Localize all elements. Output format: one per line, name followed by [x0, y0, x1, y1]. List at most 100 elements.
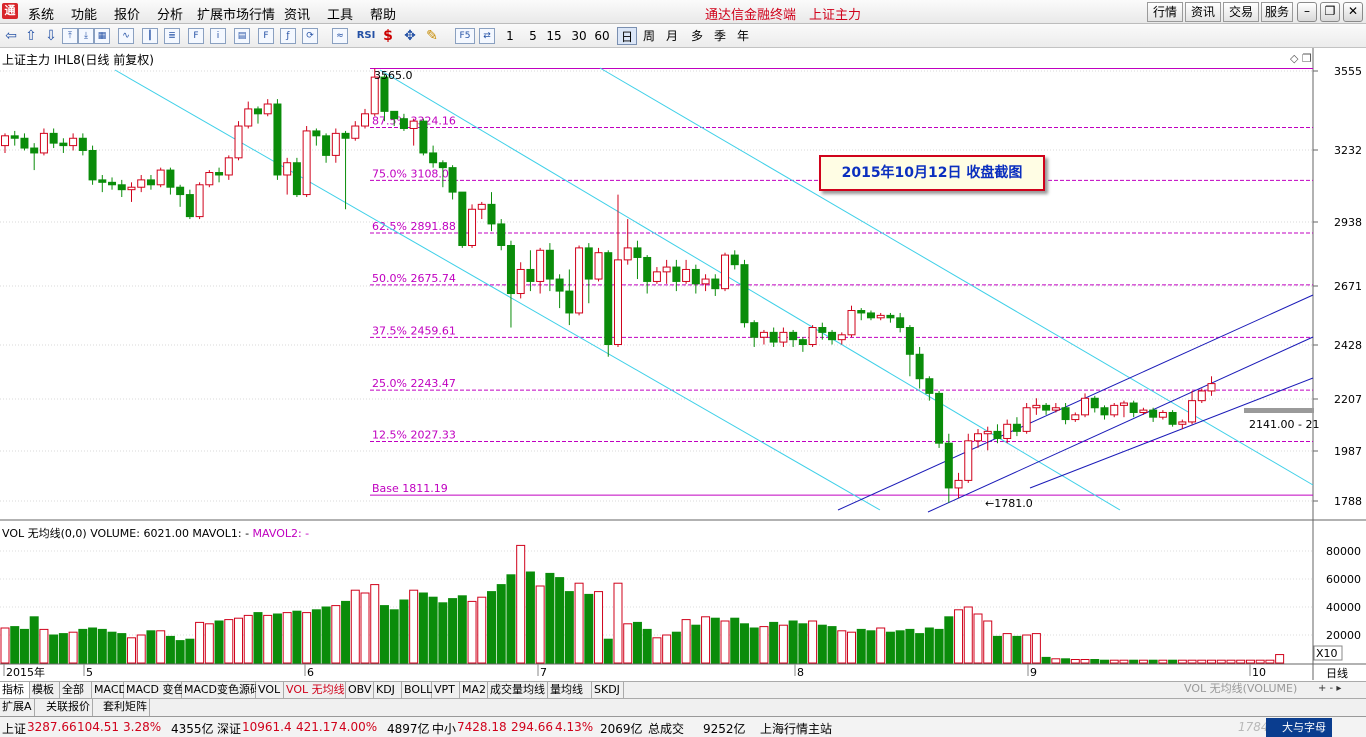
- back-arrow-icon[interactable]: ⇦: [2, 27, 20, 45]
- candle-icon[interactable]: ┃: [142, 28, 158, 44]
- period-quarter[interactable]: 季: [711, 27, 729, 45]
- status-bar: 上证 3287.66 104.51 3.28% 4355亿 深证 10961.4…: [0, 716, 1366, 737]
- period-week[interactable]: 周: [640, 27, 658, 45]
- menu-item-quote[interactable]: 报价: [114, 4, 140, 23]
- period-15min[interactable]: 15: [545, 27, 563, 45]
- price-tick-label: 2428: [1334, 339, 1362, 352]
- page-down-icon[interactable]: ⤓: [78, 28, 94, 44]
- page-up-icon[interactable]: ⤒: [62, 28, 78, 44]
- menu-item-analysis[interactable]: 分析: [157, 4, 183, 23]
- indicator-tab[interactable]: 成交量均线: [488, 682, 548, 699]
- fiz-icon[interactable]: F: [258, 28, 274, 44]
- volume-bar: [370, 584, 380, 664]
- indicator-tab[interactable]: MACD: [92, 682, 127, 699]
- dollar-icon[interactable]: $: [379, 27, 397, 45]
- menu-item-news[interactable]: 资讯: [284, 4, 310, 23]
- down-arrow-icon[interactable]: ⇩: [42, 27, 60, 45]
- menu-item-system[interactable]: 系统: [28, 4, 54, 23]
- tab-ext-a[interactable]: 扩展A: [0, 699, 35, 716]
- volume-bar: [78, 628, 88, 664]
- indicator-tab[interactable]: VOL 无均线: [284, 682, 346, 699]
- indicator-tab[interactable]: 指标: [0, 682, 30, 699]
- minimize-icon[interactable]: –: [1297, 2, 1317, 22]
- indicator-icon[interactable]: ≈: [332, 28, 348, 44]
- menu-item-function[interactable]: 功能: [71, 4, 97, 23]
- indicator-tab[interactable]: MA2: [460, 682, 488, 699]
- date-tick-label: 6: [307, 666, 314, 679]
- candle-body: [20, 137, 29, 149]
- period-multi[interactable]: 多: [688, 27, 706, 45]
- info-icon[interactable]: i: [210, 28, 226, 44]
- snapshot-banner: 2015年10月12日 收盘截图: [819, 155, 1045, 191]
- calc-icon[interactable]: ▤: [234, 28, 250, 44]
- quote-button[interactable]: 行情: [1147, 2, 1183, 22]
- line-chart-icon[interactable]: ∿: [118, 28, 134, 44]
- up-arrow-icon[interactable]: ⇧: [22, 27, 40, 45]
- zx-change: 294.66: [511, 720, 553, 734]
- period-year[interactable]: 年: [734, 27, 752, 45]
- chart-pane-controls[interactable]: ◇ ❐: [1290, 52, 1312, 65]
- period-day[interactable]: 日: [617, 27, 637, 45]
- candle-body: [750, 322, 759, 338]
- fund-icon[interactable]: F: [188, 28, 204, 44]
- indicator-tab[interactable]: SKDJ: [592, 682, 624, 699]
- close-icon[interactable]: ✕: [1343, 2, 1363, 22]
- tab-related-quote[interactable]: 关联报价: [44, 699, 93, 716]
- indicator-tab[interactable]: VOL: [256, 682, 284, 699]
- candle-body: [1, 135, 9, 147]
- pencil-icon[interactable]: ✎: [423, 27, 441, 45]
- candle-body: [808, 327, 817, 346]
- indicator-tab[interactable]: VPT: [432, 682, 460, 699]
- volume-bar: [642, 628, 652, 664]
- volume-bar: [214, 620, 224, 664]
- volume-bar: [1022, 634, 1032, 664]
- broker-badge[interactable]: 大与字母: [1266, 718, 1332, 737]
- service-button[interactable]: 服务: [1261, 2, 1293, 22]
- zoom-controls[interactable]: + - ▸: [1318, 683, 1341, 694]
- period-30min[interactable]: 30: [570, 27, 588, 45]
- menu-item-ext-market[interactable]: 扩展市场行情: [197, 4, 275, 23]
- menu-item-tools[interactable]: 工具: [327, 4, 353, 23]
- period-5min[interactable]: 5: [526, 27, 540, 45]
- candle-body: [59, 142, 68, 147]
- list-icon[interactable]: ≣: [164, 28, 180, 44]
- candle-body: [769, 331, 778, 343]
- indicator-tab[interactable]: BOLL: [402, 682, 432, 699]
- indicator-tab[interactable]: 全部: [60, 682, 92, 699]
- volume-bar: [418, 592, 428, 664]
- tab-arbitrage[interactable]: 套利矩阵: [101, 699, 150, 716]
- trade-button[interactable]: 交易: [1223, 2, 1259, 22]
- period-month[interactable]: 月: [663, 27, 681, 45]
- f5-button[interactable]: F5: [455, 28, 475, 44]
- volume-bar: [1099, 659, 1109, 664]
- refresh-icon[interactable]: ⟳: [302, 28, 318, 44]
- kline-chart[interactable]: 87.5% 3324.1675.0% 3108.0262.5% 2891.885…: [0, 48, 1366, 680]
- candle-body: [652, 271, 661, 282]
- volume-bar: [272, 613, 282, 664]
- restore-icon[interactable]: ❐: [1320, 2, 1340, 22]
- volume-bar: [798, 623, 808, 664]
- volume-bar: [739, 623, 749, 664]
- formula-icon[interactable]: ƒ: [280, 28, 296, 44]
- grid-icon[interactable]: ▦: [94, 28, 110, 44]
- indicator-tab[interactable]: MACD变色源码: [182, 682, 261, 699]
- news-button[interactable]: 资讯: [1185, 2, 1221, 22]
- candle-body: [1003, 423, 1012, 439]
- menu-item-help[interactable]: 帮助: [370, 4, 396, 23]
- indicator-tab[interactable]: OBV: [346, 682, 374, 699]
- volume-bar: [487, 591, 496, 664]
- station-name[interactable]: 上海行情主站: [760, 720, 832, 737]
- candle-body: [847, 310, 856, 336]
- switch-icon[interactable]: ⇄: [479, 28, 495, 44]
- indicator-tab[interactable]: 模板: [30, 682, 60, 699]
- indicator-tab[interactable]: MACD 变色: [124, 682, 184, 699]
- move-icon[interactable]: ✥: [401, 27, 419, 45]
- indicator-tab[interactable]: KDJ: [374, 682, 402, 699]
- indicator-tab[interactable]: 量均线: [548, 682, 592, 699]
- volume-bar: [1275, 654, 1285, 664]
- sh-change: 104.51: [77, 720, 119, 734]
- period-1min[interactable]: 1: [503, 27, 517, 45]
- volume-bar: [97, 628, 107, 664]
- rsi-button[interactable]: RSI: [355, 27, 377, 45]
- period-60min[interactable]: 60: [593, 27, 611, 45]
